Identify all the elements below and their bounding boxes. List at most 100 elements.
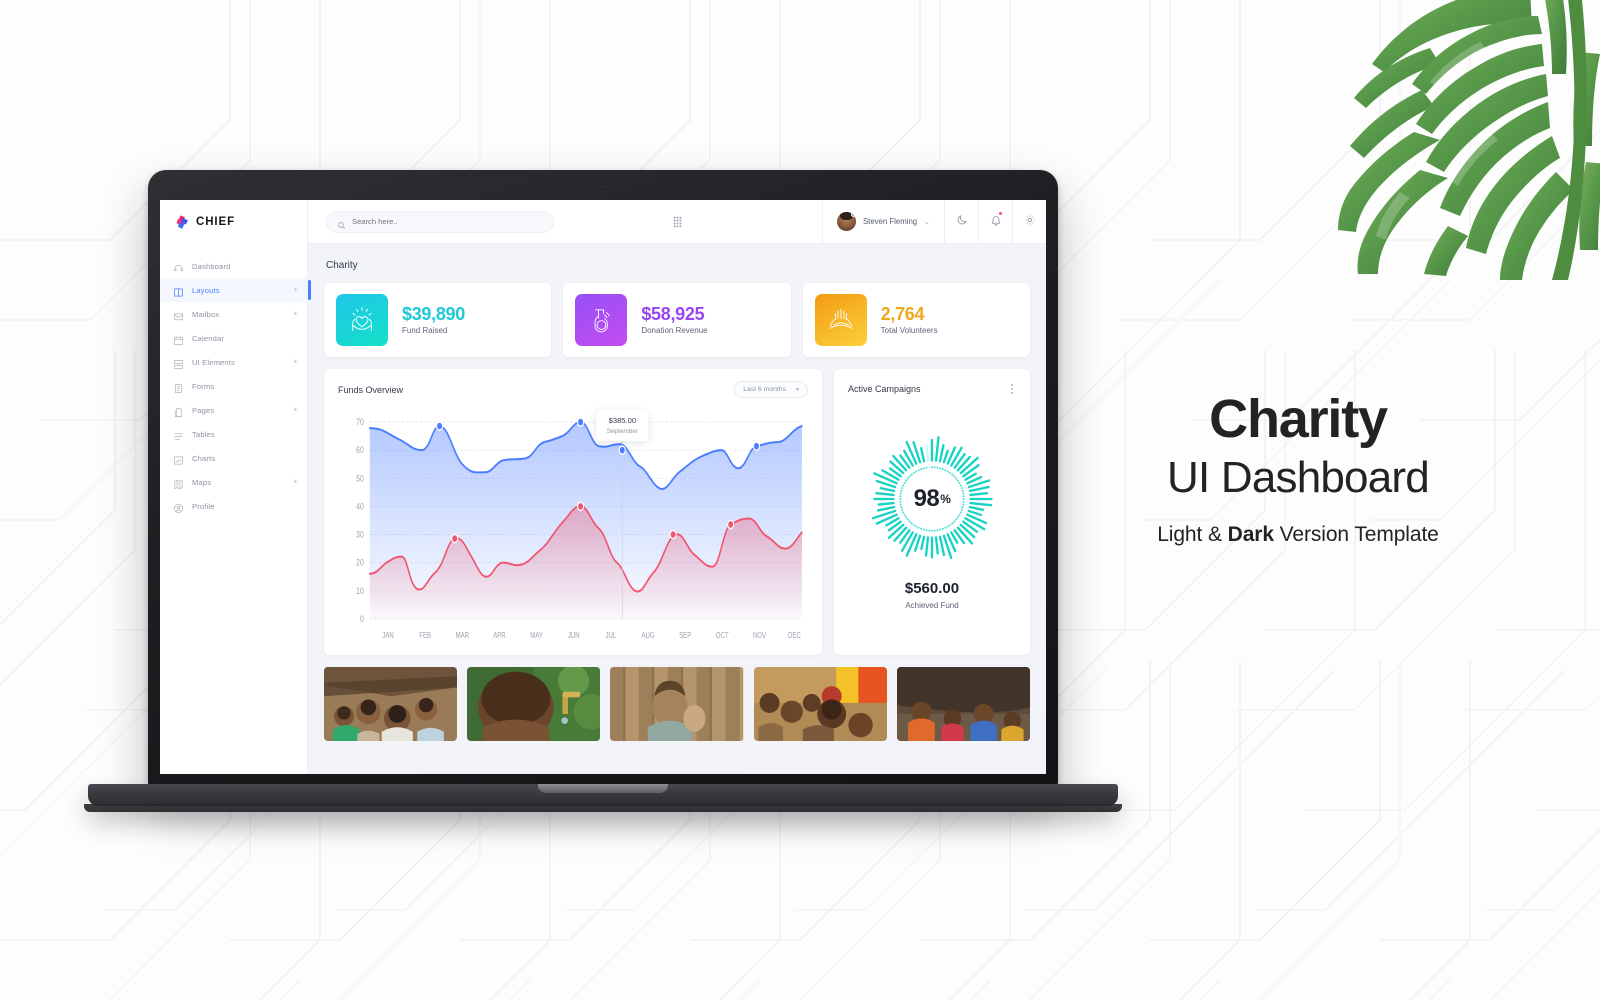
settings-button[interactable] <box>1012 200 1046 243</box>
achieved-amount-label: Achieved Fund <box>905 601 959 610</box>
stat-card-donation-revenue[interactable]: $58,925 Donation Revenue <box>563 283 791 357</box>
svg-text:30: 30 <box>356 530 364 540</box>
sidebar-item-layouts[interactable]: Layouts + <box>160 278 311 302</box>
ui-elements-icon <box>173 357 184 369</box>
theme-toggle-button[interactable] <box>944 200 978 243</box>
date-range-value: Last 6 months <box>743 386 786 393</box>
svg-text:JUN: JUN <box>568 631 580 640</box>
laptop-base-shadow <box>84 804 1122 812</box>
app-grid-icon[interactable] <box>672 215 686 229</box>
panel-header: Funds Overview Last 6 months ▾ <box>338 381 808 398</box>
sidebar: CHIEF Dashboard Layouts + Mailbox + Cale… <box>160 200 311 774</box>
sidebar-item-label: Forms <box>192 381 215 391</box>
campaign-gallery <box>324 667 1031 741</box>
online-status-dot <box>850 212 856 217</box>
campaign-gauge-wrap: 98% $560.00 Achieved Fund <box>848 397 1016 643</box>
user-name: Steven Fleming <box>862 217 918 226</box>
expand-icon[interactable]: + <box>293 310 298 318</box>
svg-text:JUL: JUL <box>606 631 617 640</box>
sidebar-item-charts[interactable]: Charts <box>160 446 307 470</box>
notifications-button[interactable] <box>978 200 1012 243</box>
sidebar-item-label: Calendar <box>192 333 225 343</box>
sidebar-item-forms[interactable]: Forms <box>160 374 307 398</box>
stat-value: 2,764 <box>880 303 925 324</box>
gallery-image-children-in-village[interactable] <box>324 667 458 741</box>
hands-heart-icon <box>336 294 388 346</box>
sidebar-item-calendar[interactable]: Calendar <box>160 326 307 350</box>
stat-card-total-volunteers[interactable]: 2,764 Total Volunteers <box>802 283 1030 357</box>
gallery-image-children-in-colorful-clothes[interactable] <box>896 667 1031 741</box>
gallery-image-child-by-wooden-wall[interactable] <box>610 667 744 741</box>
laptop-screen: CHIEF Dashboard Layouts + Mailbox + Cale… <box>160 200 1046 774</box>
notification-badge <box>998 211 1003 216</box>
svg-text:MAR: MAR <box>456 631 469 640</box>
sidebar-item-tables[interactable]: Tables <box>160 422 307 446</box>
charts-icon <box>173 453 184 465</box>
moon-icon <box>956 213 968 231</box>
stat-value: $58,925 <box>641 303 705 324</box>
sidebar-item-maps[interactable]: Maps + <box>160 470 307 494</box>
mail-icon <box>173 309 184 320</box>
sidebar-item-pages[interactable]: Pages + <box>160 398 307 422</box>
sidebar-item-label: Charts <box>192 453 216 463</box>
svg-text:70: 70 <box>356 417 364 427</box>
expand-icon[interactable]: + <box>293 406 298 414</box>
svg-text:JAN: JAN <box>382 631 393 640</box>
stat-card-text: $39,890 Fund Raised <box>402 304 465 336</box>
expand-icon[interactable]: + <box>293 478 298 486</box>
chief-logo-icon <box>173 214 190 231</box>
panels-row: Funds Overview Last 6 months ▾ 70 60 50 … <box>324 369 1030 655</box>
svg-text:50: 50 <box>356 473 364 483</box>
svg-text:60: 60 <box>356 445 364 455</box>
topbar: Steven Fleming ⌄ <box>308 200 1046 244</box>
stat-cards: $39,890 Fund Raised $58,925 Donation Rev… <box>324 283 1030 357</box>
stat-label: Total Volunteers <box>880 326 938 336</box>
panel-header: Active Campaigns <box>848 381 1016 397</box>
promo-tagline-bold: Dark <box>1227 523 1274 547</box>
sidebar-nav: Dashboard Layouts + Mailbox + Calendar U… <box>160 244 311 518</box>
date-range-select[interactable]: Last 6 months ▾ <box>734 381 808 398</box>
svg-text:AUG: AUG <box>641 631 654 640</box>
stat-card-fund-raised[interactable]: $39,890 Fund Raised <box>324 283 552 357</box>
sidebar-item-label: Profile <box>192 501 215 511</box>
profile-icon <box>173 501 184 513</box>
pages-icon <box>173 405 184 417</box>
webcam-icon <box>600 184 606 189</box>
sidebar-item-label: Dashboard <box>192 261 231 271</box>
sidebar-item-mailbox[interactable]: Mailbox + <box>160 302 307 326</box>
svg-text:SEP: SEP <box>679 631 691 640</box>
gauge-value-wrap: 98% <box>863 430 1001 568</box>
promo-text: Charity UI Dashboard Light & Dark Versio… <box>1078 390 1518 547</box>
gauge-percent: 98 <box>913 485 940 512</box>
stat-label: Fund Raised <box>402 326 448 336</box>
laptop-mockup: CHIEF Dashboard Layouts + Mailbox + Cale… <box>84 170 1122 818</box>
svg-text:10: 10 <box>356 586 364 596</box>
more-vertical-icon[interactable] <box>1008 381 1016 397</box>
sidebar-item-profile[interactable]: Profile <box>160 494 307 518</box>
topbar-actions: Steven Fleming ⌄ <box>821 200 1046 243</box>
sidebar-item-label: UI Elements <box>192 357 236 367</box>
gallery-image-child-at-water-tap[interactable] <box>467 667 601 741</box>
sidebar-item-label: Mailbox <box>192 309 220 319</box>
gear-icon <box>1024 213 1036 231</box>
expand-icon[interactable]: + <box>293 286 298 294</box>
laptop-lid: CHIEF Dashboard Layouts + Mailbox + Cale… <box>148 170 1058 788</box>
funds-chart[interactable]: 70 60 50 40 30 20 10 0 JAN FEB MAR APR M… <box>338 406 808 643</box>
maps-icon <box>173 477 184 489</box>
svg-text:20: 20 <box>356 558 364 568</box>
panel-title: Active Campaigns <box>848 384 921 394</box>
brand-logo[interactable]: CHIEF <box>160 200 307 244</box>
promo-tagline-post: Version Template <box>1273 523 1439 547</box>
helping-hands-icon <box>814 294 867 346</box>
sidebar-item-ui-elements[interactable]: UI Elements + <box>160 350 307 374</box>
stat-card-text: 2,764 Total Volunteers <box>880 303 938 336</box>
promo-tagline: Light & Dark Version Template <box>1078 523 1518 547</box>
search-box[interactable] <box>326 210 554 233</box>
expand-icon[interactable]: + <box>293 358 298 366</box>
brand-name: CHIEF <box>196 216 235 228</box>
stat-label: Donation Revenue <box>641 326 708 336</box>
user-menu[interactable]: Steven Fleming ⌄ <box>821 200 944 243</box>
search-input[interactable] <box>352 217 543 226</box>
gallery-image-group-of-children[interactable] <box>753 667 887 741</box>
sidebar-item-dashboard[interactable]: Dashboard <box>160 254 307 278</box>
